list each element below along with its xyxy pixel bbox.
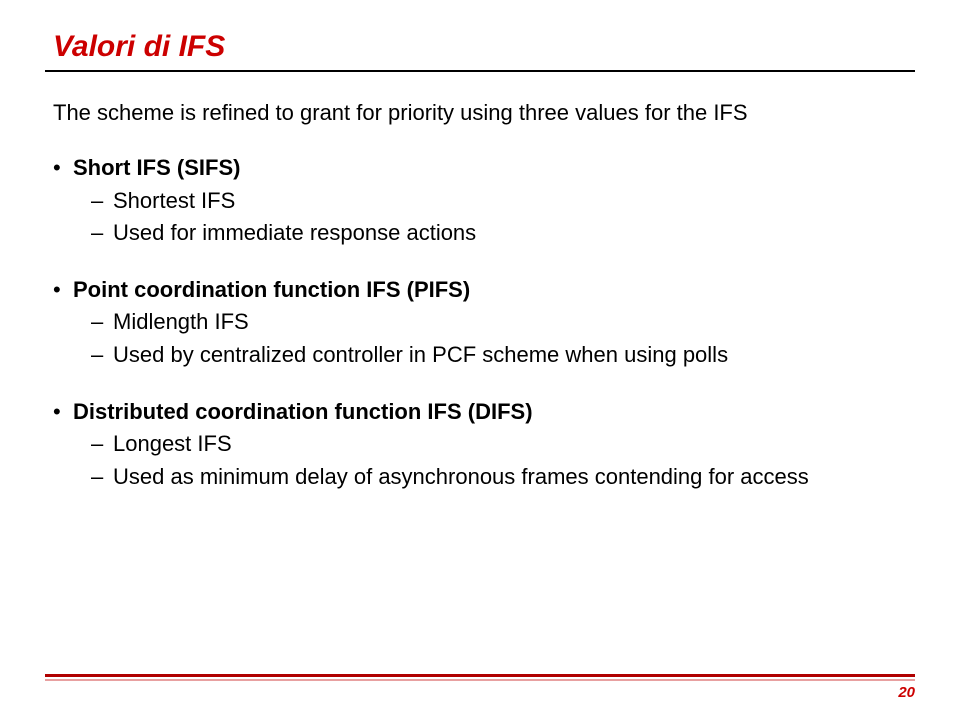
- title-underline: [45, 70, 915, 72]
- page-title: Valori di IFS: [45, 30, 915, 64]
- item-heading: Distributed coordination function IFS (D…: [73, 398, 533, 427]
- sub-list-item: – Shortest IFS: [91, 187, 915, 216]
- main-list: • Short IFS (SIFS) – Shortest IFS – Used…: [45, 154, 915, 491]
- sub-list: – Midlength IFS – Used by centralized co…: [53, 308, 915, 369]
- list-item: • Distributed coordination function IFS …: [53, 398, 915, 492]
- sub-list-item: – Used for immediate response actions: [91, 219, 915, 248]
- list-item: • Short IFS (SIFS) – Shortest IFS – Used…: [53, 154, 915, 248]
- dash-icon: –: [91, 341, 113, 370]
- list-item: • Point coordination function IFS (PIFS)…: [53, 276, 915, 370]
- sub-item-text: Used for immediate response actions: [113, 219, 476, 248]
- bullet-icon: •: [53, 398, 73, 427]
- sub-item-text: Used as minimum delay of asynchronous fr…: [113, 463, 809, 492]
- item-heading: Point coordination function IFS (PIFS): [73, 276, 470, 305]
- bullet-icon: •: [53, 276, 73, 305]
- sub-list-item: – Used by centralized controller in PCF …: [91, 341, 915, 370]
- dash-icon: –: [91, 430, 113, 459]
- sub-list-item: – Midlength IFS: [91, 308, 915, 337]
- sub-list: – Shortest IFS – Used for immediate resp…: [53, 187, 915, 248]
- dash-icon: –: [91, 187, 113, 216]
- sub-list-item: – Used as minimum delay of asynchronous …: [91, 463, 915, 492]
- sub-list: – Longest IFS – Used as minimum delay of…: [53, 430, 915, 491]
- sub-item-text: Longest IFS: [113, 430, 232, 459]
- sub-item-text: Midlength IFS: [113, 308, 249, 337]
- dash-icon: –: [91, 463, 113, 492]
- sub-item-text: Used by centralized controller in PCF sc…: [113, 341, 728, 370]
- item-heading: Short IFS (SIFS): [73, 154, 240, 183]
- sub-list-item: – Longest IFS: [91, 430, 915, 459]
- sub-item-text: Shortest IFS: [113, 187, 235, 216]
- footer-divider-light: [45, 679, 915, 681]
- footer: 20: [45, 674, 915, 681]
- footer-divider-dark: [45, 674, 915, 677]
- dash-icon: –: [91, 219, 113, 248]
- intro-paragraph: The scheme is refined to grant for prior…: [45, 100, 915, 126]
- page-number: 20: [898, 684, 915, 701]
- dash-icon: –: [91, 308, 113, 337]
- bullet-icon: •: [53, 154, 73, 183]
